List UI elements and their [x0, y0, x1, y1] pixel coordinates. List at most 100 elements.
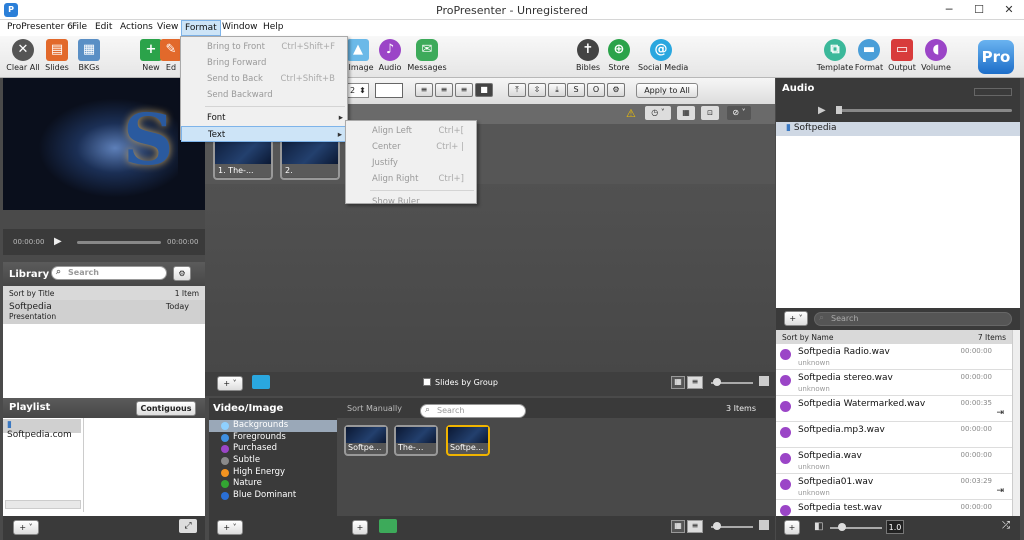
- category-item[interactable]: Blue Dominant: [209, 490, 337, 502]
- library-pane: Library Search ⚙ Sort by Title 1 Item So…: [3, 262, 205, 398]
- zoom-knob[interactable]: [713, 522, 721, 530]
- playlist-add-button[interactable]: + ˅: [13, 520, 39, 535]
- messages-button[interactable]: ✉ Messages: [405, 39, 449, 72]
- zoom-max-icon[interactable]: [759, 520, 769, 530]
- audio-current-item[interactable]: ▮ Softpedia: [776, 122, 1020, 136]
- media-search[interactable]: Search: [420, 404, 526, 418]
- shuffle-icon[interactable]: ⤮: [1002, 520, 1010, 531]
- zoom-knob[interactable]: [713, 378, 721, 386]
- play-icon[interactable]: ▶: [54, 236, 62, 247]
- valign-middle-icon[interactable]: ⇳: [528, 83, 546, 97]
- list-view-icon[interactable]: ≡: [687, 520, 703, 533]
- audio-scrubber[interactable]: [836, 109, 1012, 112]
- social-media-button[interactable]: @ Social Media: [638, 39, 688, 72]
- valign-top-icon[interactable]: ⤒: [508, 83, 526, 97]
- audio-footer-add-button[interactable]: +: [784, 520, 800, 535]
- preview-logo-letter: S: [123, 98, 174, 181]
- media-display-button[interactable]: [379, 519, 397, 533]
- playlist-item[interactable]: ▮ Softpedia.com: [3, 419, 81, 440]
- edit-button[interactable]: ✎ Ed: [160, 39, 182, 72]
- menu-item-text[interactable]: Text ▸: [181, 126, 347, 142]
- text-color-swatch[interactable]: [375, 83, 403, 98]
- menu-help[interactable]: Help: [263, 22, 284, 32]
- maximize-button[interactable]: ☐: [964, 0, 994, 20]
- layout-button[interactable]: ▦: [677, 106, 695, 120]
- media-add-item-button[interactable]: +: [352, 520, 368, 535]
- grid-view-icon[interactable]: ▦: [671, 520, 685, 533]
- preview-scrubber[interactable]: [77, 241, 161, 244]
- loop-icon[interactable]: ⇥: [996, 486, 1004, 496]
- media-thumbnail[interactable]: Softpe...: [446, 425, 490, 456]
- list-item[interactable]: Softpedia01.wav unknown 00:03:29 ⇥: [776, 474, 1012, 500]
- close-button[interactable]: ✕: [994, 0, 1024, 20]
- template-icon: ⧉: [824, 39, 846, 61]
- outline-button[interactable]: O: [587, 83, 605, 97]
- grid-view-icon[interactable]: ▦: [671, 376, 685, 389]
- slides-display-button[interactable]: [252, 375, 270, 389]
- bold-button[interactable]: S: [567, 83, 585, 97]
- gear-icon[interactable]: ⚙: [607, 83, 625, 97]
- mute-icon[interactable]: ◧: [814, 521, 823, 532]
- menu-view[interactable]: View: [157, 22, 178, 32]
- menu-edit[interactable]: Edit: [95, 22, 112, 32]
- contiguous-button[interactable]: Contiguous: [136, 401, 196, 416]
- zoom-max-icon[interactable]: [759, 376, 769, 386]
- list-item[interactable]: Softpedia test.wav 00:00:00: [776, 500, 1012, 516]
- bkgs-button[interactable]: ▦ BKGs: [67, 39, 111, 72]
- list-item[interactable]: Softpedia stereo.wav unknown 00:00:00: [776, 370, 1012, 396]
- menu-format[interactable]: Format: [181, 20, 221, 36]
- library-search[interactable]: Search: [51, 266, 167, 280]
- align-left-icon[interactable]: ≡: [415, 83, 433, 97]
- no-entry-button[interactable]: ⊘ ˅: [727, 106, 751, 120]
- media-add-button[interactable]: + ˅: [217, 520, 243, 535]
- category-item[interactable]: High Energy: [209, 467, 337, 479]
- apply-to-all-button[interactable]: Apply to All: [636, 83, 698, 98]
- category-item[interactable]: Backgrounds: [209, 420, 337, 432]
- list-item[interactable]: Softpedia.mp3.wav 00:00:00: [776, 422, 1012, 448]
- library-settings-button[interactable]: ⚙: [173, 266, 191, 281]
- list-item[interactable]: Softpedia Presentation Today: [3, 300, 205, 324]
- audio-play-icon[interactable]: ▶: [818, 105, 826, 116]
- loop-icon[interactable]: ⇥: [996, 408, 1004, 418]
- list-item[interactable]: Softpedia Radio.wav unknown 00:00:00: [776, 344, 1012, 370]
- store-button[interactable]: ⊕ Store: [597, 39, 641, 72]
- list-item[interactable]: Softpedia Watermarked.wav 00:00:35 ⇥: [776, 396, 1012, 422]
- spinner-icon[interactable]: ⬍: [359, 86, 366, 95]
- category-item[interactable]: Purchased: [209, 443, 337, 455]
- warning-icon[interactable]: ⚠: [626, 107, 636, 120]
- menu-propresenter[interactable]: ProPresenter 6: [7, 22, 73, 32]
- align-justify-icon[interactable]: ■: [475, 83, 493, 97]
- list-item[interactable]: Softpedia.wav unknown 00:00:00: [776, 448, 1012, 474]
- audio-volume-knob[interactable]: [838, 523, 846, 531]
- audio-sort-menu[interactable]: Sort by Name: [782, 333, 833, 342]
- media-thumbnail[interactable]: Softpe...: [344, 425, 388, 456]
- align-center-icon[interactable]: ≡: [435, 83, 453, 97]
- audio-scrub-knob[interactable]: [836, 106, 842, 114]
- audio-search[interactable]: Search: [814, 312, 1012, 326]
- valign-bottom-icon[interactable]: ⤓: [548, 83, 566, 97]
- audio-scrollbar[interactable]: [1012, 330, 1020, 516]
- volume-button[interactable]: ◖ Volume: [914, 39, 958, 72]
- slides-by-group-checkbox[interactable]: [423, 378, 431, 386]
- category-item[interactable]: Foregrounds: [209, 432, 337, 444]
- category-item[interactable]: Subtle: [209, 455, 337, 467]
- list-view-icon[interactable]: ≡: [687, 376, 703, 389]
- fullscreen-icon[interactable]: ⤢: [179, 519, 197, 533]
- playlist-divider[interactable]: [83, 418, 84, 512]
- slides-add-button[interactable]: + ˅: [217, 376, 243, 391]
- menu-actions[interactable]: Actions: [120, 22, 153, 32]
- media-sort-menu[interactable]: Sort Manually: [347, 404, 402, 413]
- media-thumbnail[interactable]: The-...: [394, 425, 438, 456]
- menu-window[interactable]: Window: [222, 22, 258, 32]
- playlist-hscroll[interactable]: [5, 500, 81, 509]
- font-size-field[interactable]: 2 ⬍: [347, 83, 369, 98]
- menu-file[interactable]: File: [72, 22, 87, 32]
- menu-item-font[interactable]: Font ▸: [181, 110, 347, 126]
- library-sort-menu[interactable]: Sort by Title: [9, 289, 54, 298]
- audio-add-button[interactable]: + ˅: [784, 311, 808, 326]
- minimize-button[interactable]: ─: [934, 0, 964, 20]
- timer-button[interactable]: ◷ ˅: [645, 106, 671, 120]
- properties-button[interactable]: ⊡: [701, 106, 719, 120]
- align-right-icon[interactable]: ≡: [455, 83, 473, 97]
- category-item[interactable]: Nature: [209, 478, 337, 490]
